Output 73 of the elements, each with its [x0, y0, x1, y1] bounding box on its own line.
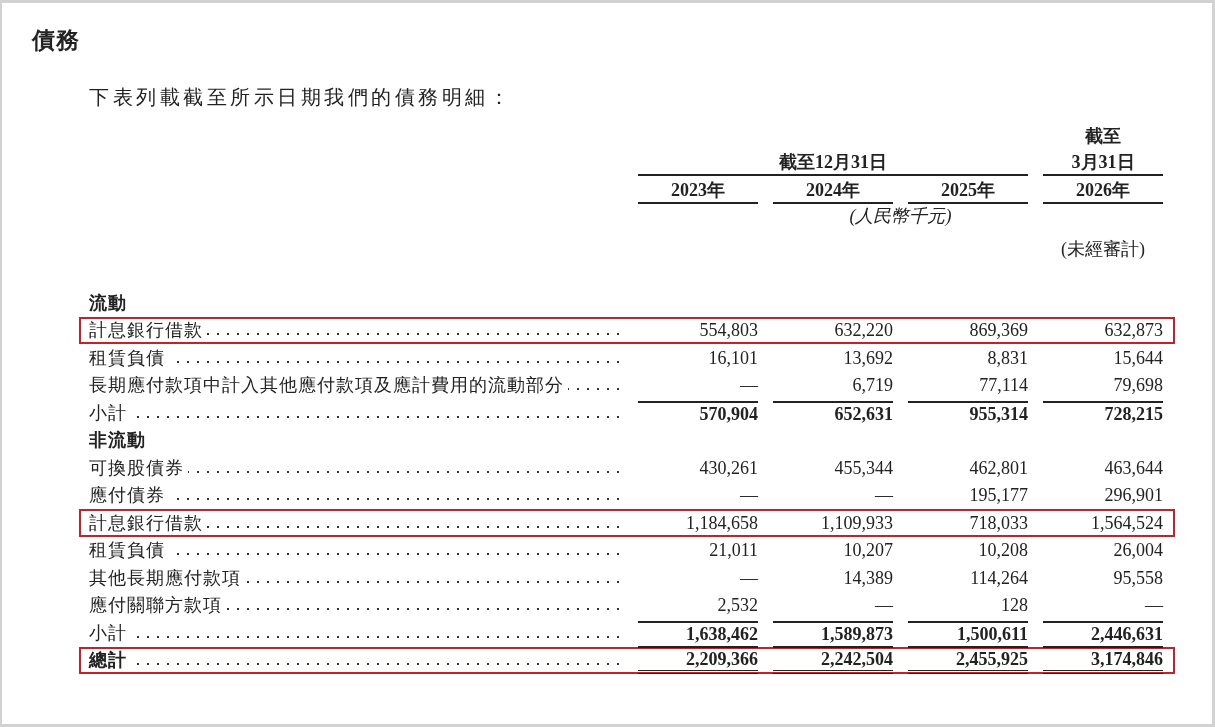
table-cell-text: 1,109,933: [820, 511, 893, 534]
table-cell-text: 195,177: [968, 484, 1028, 507]
section-label: 流動: [89, 291, 127, 314]
column-header: 2024年: [773, 178, 893, 204]
table-cell-text: 296,901: [1103, 484, 1163, 507]
table-cell: 2,446,631: [1043, 620, 1163, 645]
table-cell-text: 554,803: [698, 319, 758, 342]
column-header: 2025年: [908, 178, 1028, 204]
column-header: 3月31日: [1043, 150, 1163, 176]
table-cell-text: 79,698: [1112, 374, 1163, 397]
row-label: 應付債券: [89, 484, 165, 507]
table-cell-text: 430,261: [698, 456, 758, 479]
column-header: 截至: [1084, 125, 1122, 148]
table-cell: 2,209,366: [638, 646, 758, 675]
table-cell-text: —: [739, 566, 758, 589]
row-label: 租賃負債: [89, 346, 165, 369]
intro-text: 下表列載截至所示日期我們的債務明細：: [89, 85, 513, 110]
table-cell-text: —: [1144, 594, 1163, 617]
row-label: 總計: [89, 649, 127, 672]
table-cell-text: 10,207: [842, 539, 893, 562]
table-cell-text: 13,692: [842, 346, 893, 369]
section-label: 非流動: [89, 429, 146, 452]
table-cell: 728,215: [1043, 400, 1163, 425]
unaudited-note: (未經審計): [1060, 238, 1146, 261]
table-cell: 1,500,611: [908, 620, 1028, 645]
row-label: 計息銀行借款: [89, 319, 203, 342]
table-cell-text: 26,004: [1112, 539, 1163, 562]
row-label: 小計: [89, 401, 127, 424]
table-cell-text: 2,532: [716, 594, 758, 617]
row-label: 長期應付款項中計入其他應付款項及應計費用的流動部分: [89, 374, 564, 397]
row-label: 可換股債券: [89, 456, 184, 479]
table-cell-text: 718,033: [968, 511, 1028, 534]
table-cell-text: 128: [1000, 594, 1028, 617]
table-cell-text: 869,369: [968, 319, 1028, 342]
table-cell: 1,638,462: [638, 620, 758, 645]
table-cell-text: 455,344: [833, 456, 893, 479]
row-label: 應付關聯方款項: [89, 594, 222, 617]
column-group-header: 截至12月31日: [638, 150, 1028, 176]
table-cell-text: —: [874, 484, 893, 507]
column-header: 2026年: [1043, 178, 1163, 204]
table-cell-text: 14,389: [842, 566, 893, 589]
table-cell: 955,314: [908, 400, 1028, 425]
table-cell-text: 95,558: [1112, 566, 1163, 589]
unit-note: (人民幣千元): [848, 205, 953, 228]
row-label: 小計: [89, 621, 127, 644]
table-cell-text: 1,184,658: [685, 511, 758, 534]
table-cell-text: —: [739, 374, 758, 397]
table-cell-text: 77,114: [978, 374, 1028, 397]
table-cell-text: 21,011: [708, 539, 758, 562]
table-cell: 2,242,504: [773, 646, 893, 675]
table-cell: 1,589,873: [773, 620, 893, 645]
table-cell-text: 10,208: [977, 539, 1028, 562]
table-cell: 3,174,846: [1043, 646, 1163, 675]
section-heading: 債務: [32, 27, 81, 55]
row-label: 租賃負債: [89, 539, 165, 562]
row-label: 計息銀行借款: [89, 511, 203, 534]
table-cell-text: 16,101: [707, 346, 758, 369]
table-cell-text: 6,719: [851, 374, 893, 397]
table-cell-text: 463,644: [1103, 456, 1163, 479]
table-cell-text: 1,564,524: [1090, 511, 1163, 534]
table-cell-text: 462,801: [968, 456, 1028, 479]
column-header: 2023年: [638, 178, 758, 204]
table-cell-text: 8,831: [986, 346, 1028, 369]
table-cell-text: 15,644: [1112, 346, 1163, 369]
table-cell-text: 632,220: [833, 319, 893, 342]
table-cell: 2,455,925: [908, 646, 1028, 675]
table-cell: 652,631: [773, 400, 893, 425]
table-cell: 570,904: [638, 400, 758, 425]
table-cell-text: —: [874, 594, 893, 617]
table-cell-text: —: [739, 484, 758, 507]
table-cell-text: 632,873: [1103, 319, 1163, 342]
table-cell-text: 114,264: [969, 566, 1028, 589]
row-label: 其他長期應付款項: [89, 566, 241, 589]
